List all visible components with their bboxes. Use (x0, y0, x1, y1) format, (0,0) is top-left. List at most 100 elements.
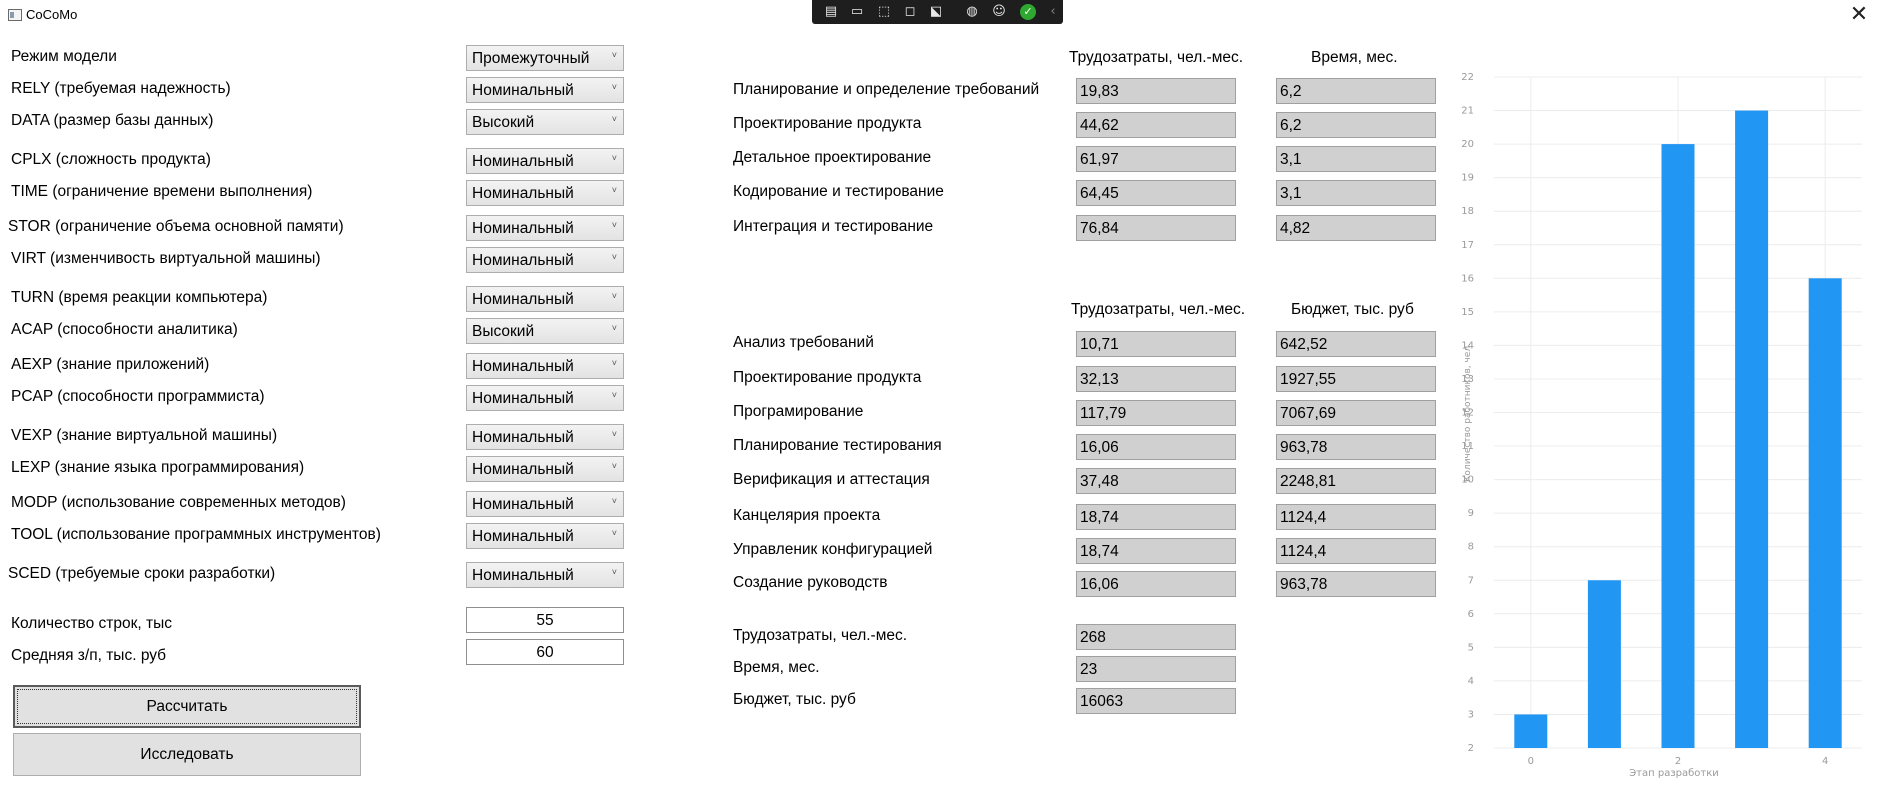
activities-effort-field[interactable]: 18,74 (1076, 538, 1236, 564)
phases-time-field[interactable]: 3,1 (1276, 146, 1436, 172)
total-label: Трудозатраты, чел.-мес. (733, 627, 908, 644)
chart-bar (1587, 580, 1621, 748)
param-label: DATA (размер базы данных) (11, 112, 214, 129)
activities-budget-field[interactable]: 963,78 (1276, 571, 1436, 597)
activities-effort-field[interactable]: 16,06 (1076, 571, 1236, 597)
phases-time-header: Время, мес. (1311, 49, 1398, 66)
total-value-field[interactable]: 23 (1076, 656, 1236, 682)
phases-effort-field[interactable]: 19,83 (1076, 78, 1236, 104)
activities-effort-field[interactable]: 16,06 (1076, 434, 1236, 460)
chevron-down-icon: ˅ (611, 153, 617, 163)
activities-effort-field[interactable]: 37,48 (1076, 468, 1236, 494)
chevron-down-icon: ˅ (611, 114, 617, 124)
param-combobox[interactable]: Номинальный ˅ (466, 148, 624, 174)
activities-effort-field[interactable]: 10,71 (1076, 331, 1236, 357)
activities-budget-field[interactable]: 1124,4 (1276, 538, 1436, 564)
param-combobox[interactable]: Номинальный ˅ (466, 286, 624, 312)
param-combobox[interactable]: Номинальный ˅ (466, 247, 624, 273)
param-combobox[interactable]: Номинальный ˅ (466, 456, 624, 482)
param-combobox-value: Высокий (472, 114, 535, 131)
activities-effort-field[interactable]: 117,79 (1076, 400, 1236, 426)
param-combobox[interactable]: Номинальный ˅ (466, 180, 624, 206)
chevron-down-icon: ˅ (611, 358, 617, 368)
video-icon[interactable]: ▭ (848, 3, 866, 21)
param-label: ACAP (способности аналитика) (11, 321, 238, 338)
phases-effort-field[interactable]: 64,45 (1076, 180, 1236, 206)
param-combobox[interactable]: Номинальный ˅ (466, 491, 624, 517)
activities-budget-field[interactable]: 7067,69 (1276, 400, 1436, 426)
research-button[interactable]: Исследовать (13, 733, 361, 776)
y-tick-label: 15 (1461, 307, 1474, 318)
phases-effort-field[interactable]: 61,97 (1076, 146, 1236, 172)
chevron-down-icon: ˅ (611, 567, 617, 577)
param-combobox[interactable]: Номинальный ˅ (466, 215, 624, 241)
total-label: Бюджет, тыс. руб (733, 691, 856, 708)
total-value-field[interactable]: 268 (1076, 624, 1236, 650)
param-combobox-value: Промежуточный (472, 50, 590, 67)
y-tick-label: 2 (1468, 743, 1474, 754)
y-tick-label: 21 (1461, 106, 1474, 117)
activities-budget-field[interactable]: 963,78 (1276, 434, 1436, 460)
y-tick-label: 5 (1468, 642, 1474, 653)
param-combobox[interactable]: Высокий ˅ (466, 109, 624, 135)
phases-effort-field[interactable]: 76,84 (1076, 215, 1236, 241)
binding-failures-icon[interactable]: ◍ (963, 3, 981, 21)
activities-effort-field[interactable]: 18,74 (1076, 504, 1236, 530)
accessibility-icon[interactable]: ☺ (990, 3, 1008, 21)
activities-budget-field[interactable]: 1927,55 (1276, 366, 1436, 392)
select-element-icon[interactable]: ⬚ (875, 3, 893, 21)
y-tick-label: 17 (1461, 240, 1474, 251)
phases-time-field[interactable]: 6,2 (1276, 78, 1436, 104)
param-combobox[interactable]: Номинальный ˅ (466, 424, 624, 450)
param-label: TOOL (использование программных инструме… (11, 526, 381, 543)
y-tick-label: 3 (1468, 709, 1474, 720)
live-tree-icon[interactable]: ▤ (822, 3, 840, 21)
activities-effort-field[interactable]: 32,13 (1076, 366, 1236, 392)
collapse-chevron-icon[interactable]: ‹ (1044, 3, 1062, 21)
phases-effort-header: Трудозатраты, чел.-мес. (1069, 49, 1244, 66)
phases-row-label: Интеграция и тестирование (733, 218, 934, 235)
param-combobox-value: Номинальный (472, 496, 574, 513)
close-button[interactable]: ✕ (1845, 1, 1873, 29)
activities-budget-field[interactable]: 642,52 (1276, 331, 1436, 357)
total-label: Время, мес. (733, 659, 820, 676)
param-combobox[interactable]: Номинальный ˅ (466, 523, 624, 549)
param-combobox-value: Номинальный (472, 153, 574, 170)
activities-budget-field[interactable]: 2248,81 (1276, 468, 1436, 494)
activities-budget-field[interactable]: 1124,4 (1276, 504, 1436, 530)
param-combobox[interactable]: Номинальный ˅ (466, 562, 624, 588)
phases-time-field[interactable]: 6,2 (1276, 112, 1436, 138)
activities-row-label: Програмирование (733, 403, 864, 420)
param-combobox-value: Номинальный (472, 82, 574, 99)
param-combobox[interactable]: Номинальный ˅ (466, 353, 624, 379)
phases-time-field[interactable]: 4,82 (1276, 215, 1436, 241)
app-icon (8, 9, 22, 21)
param-label: PCAP (способности программиста) (11, 388, 265, 405)
check-icon[interactable]: ✓ (1020, 4, 1036, 20)
track-focus-icon[interactable]: ⬕ (927, 3, 945, 21)
param-combobox[interactable]: Промежуточный ˅ (466, 45, 624, 71)
phases-effort-field[interactable]: 44,62 (1076, 112, 1236, 138)
calculate-button[interactable]: Рассчитать (13, 685, 361, 728)
salary-input[interactable]: 60 (466, 639, 624, 665)
chevron-down-icon: ˅ (611, 252, 617, 262)
param-combobox[interactable]: Номинальный ˅ (466, 385, 624, 411)
layout-adorner-icon[interactable]: ◻ (901, 3, 919, 21)
phases-row-label: Детальное проектирование (733, 149, 932, 166)
phases-time-field[interactable]: 3,1 (1276, 180, 1436, 206)
param-label: Режим модели (11, 48, 117, 65)
param-combobox[interactable]: Номинальный ˅ (466, 77, 624, 103)
debug-toolbar: ▤ ▭ ⬚ ◻ ⬕ ◍ ☺ ✓ ‹ (812, 0, 1063, 24)
total-value-field[interactable]: 16063 (1076, 688, 1236, 714)
param-label: RELY (требуемая надежность) (11, 80, 231, 97)
y-axis-label: Количество работников, чел. (1463, 343, 1473, 482)
chart-bar (1661, 144, 1695, 749)
param-label: STOR (ограничение объема основной памяти… (8, 218, 344, 235)
lines-input[interactable]: 55 (466, 607, 624, 633)
param-combobox-value: Номинальный (472, 461, 574, 478)
param-combobox-value: Высокий (472, 323, 535, 340)
param-combobox[interactable]: Высокий ˅ (466, 318, 624, 344)
param-label: LEXP (знание языка программирования) (11, 459, 305, 476)
y-tick-label: 9 (1468, 508, 1474, 519)
param-label: CPLX (сложность продукта) (11, 151, 211, 168)
